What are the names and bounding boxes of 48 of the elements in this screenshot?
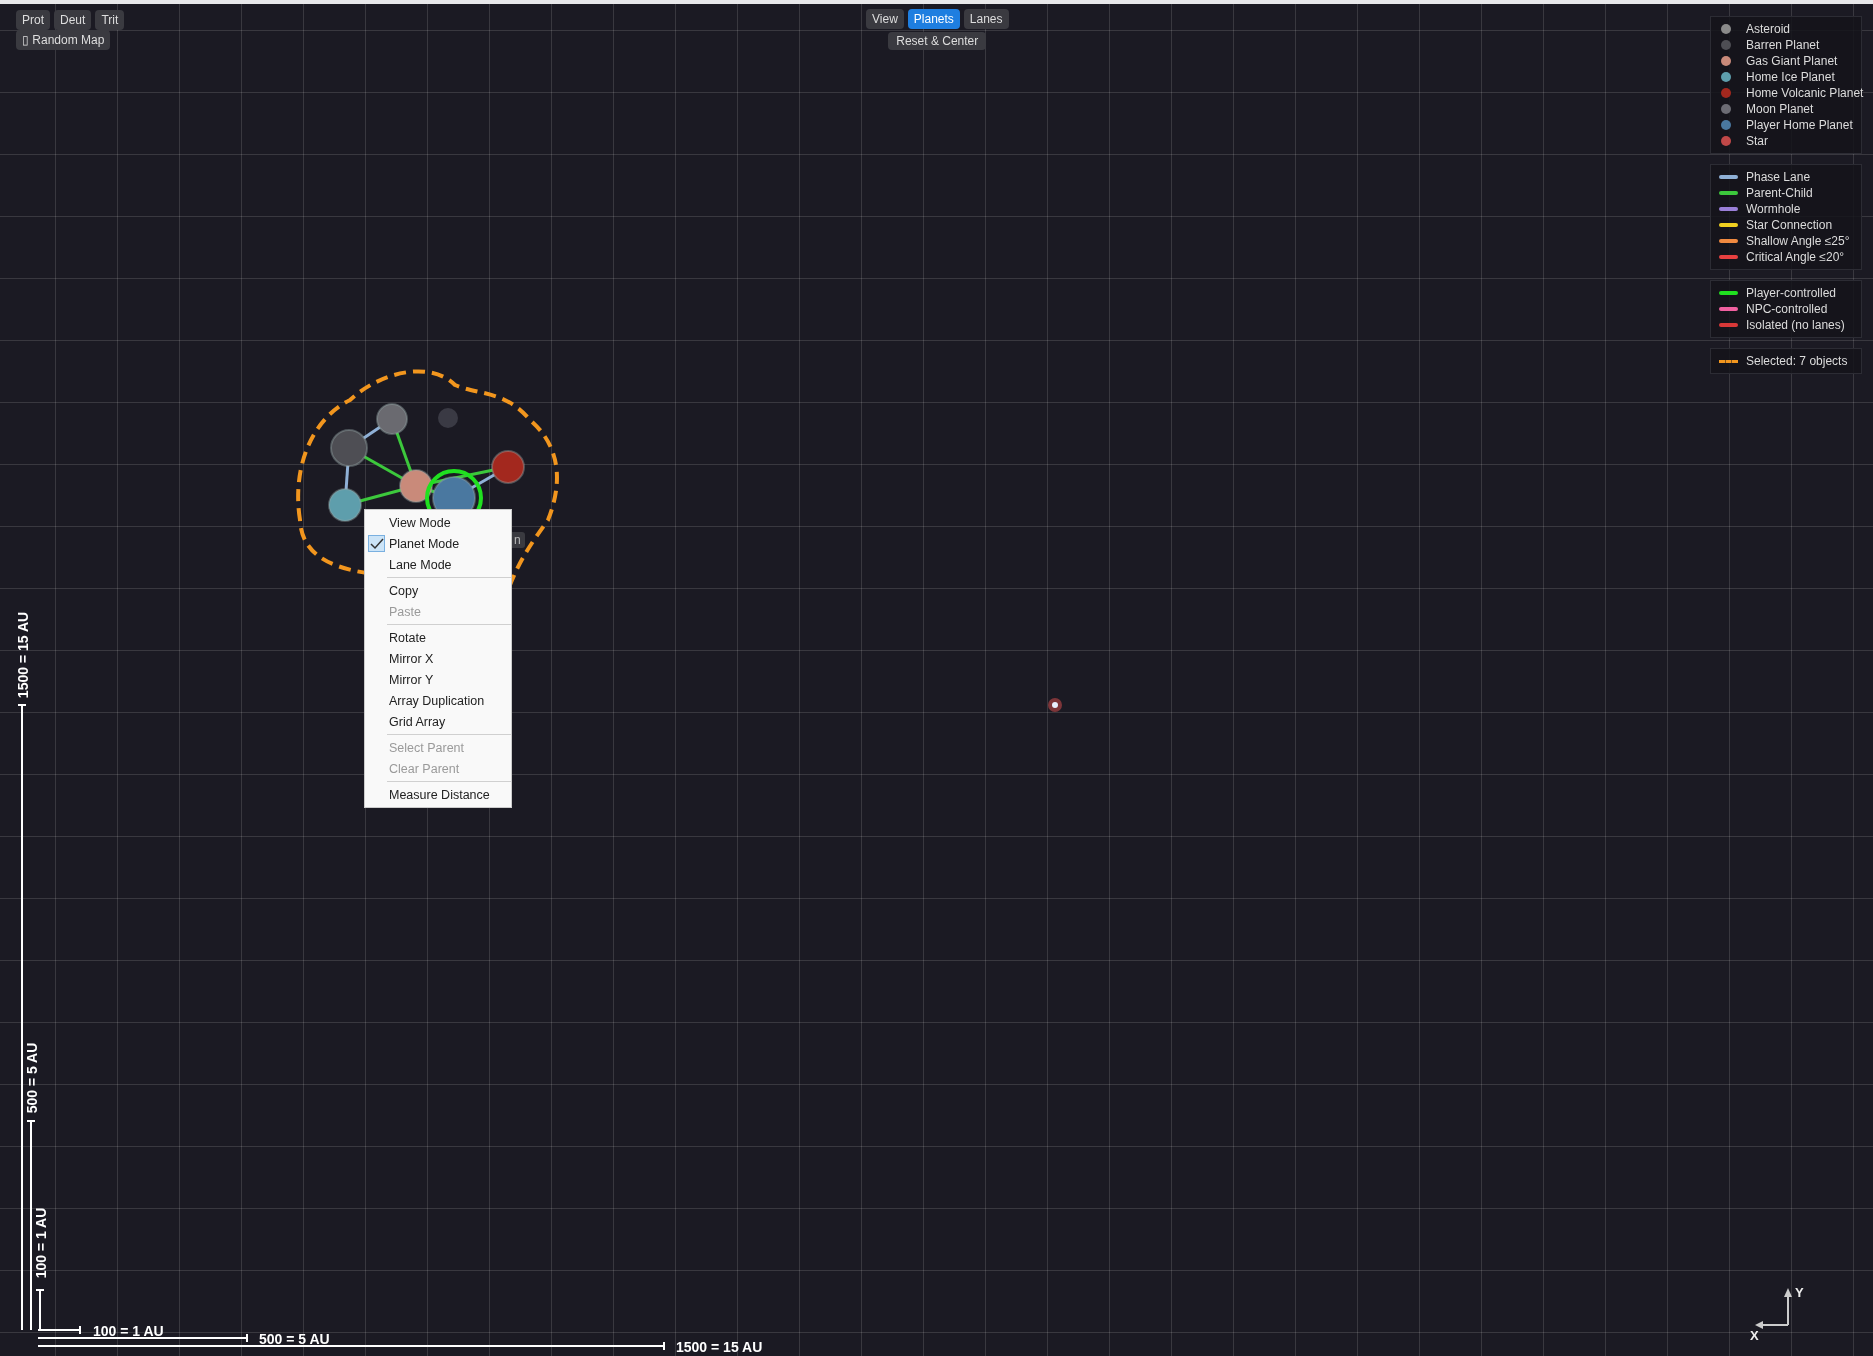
planet[interactable] — [328, 488, 362, 522]
scale-label: 500 = 5 AU — [24, 1042, 40, 1114]
mode-tab[interactable]: View — [866, 9, 904, 29]
menu-item[interactable]: View Mode — [365, 512, 511, 533]
planet[interactable] — [399, 469, 433, 503]
resource-button[interactable]: Deut — [54, 10, 92, 30]
legend-label: Shallow Angle ≤25° — [1746, 234, 1850, 248]
faint-moon — [438, 408, 458, 428]
menu-item[interactable]: Mirror X — [365, 648, 511, 669]
resource-button[interactable]: Trit — [95, 10, 125, 30]
axis-label: Y — [1795, 1285, 1804, 1300]
legend-label: Barren Planet — [1746, 38, 1820, 52]
legend-label: Star — [1746, 134, 1768, 148]
scale-label: 500 = 5 AU — [259, 1331, 330, 1347]
reset-center-button[interactable]: Reset & Center — [888, 32, 987, 50]
legend-label: Asteroid — [1746, 22, 1791, 36]
legend-label: Player-controlled — [1746, 286, 1837, 300]
menu-item[interactable]: Measure Distance — [365, 784, 511, 805]
legend-label: Gas Giant Planet — [1746, 54, 1838, 68]
resource-button[interactable]: Prot — [16, 10, 50, 30]
legend-label: NPC-controlled — [1746, 302, 1828, 316]
axis-arrows — [1755, 1288, 1792, 1329]
menu-item[interactable]: Grid Array — [365, 711, 511, 732]
scale-label: 100 = 1 AU — [93, 1323, 164, 1339]
menu-item[interactable]: Lane Mode — [365, 554, 511, 575]
legend-label: Home Ice Planet — [1746, 70, 1835, 84]
menu-item[interactable]: Mirror Y — [365, 669, 511, 690]
menu-item[interactable]: Rotate — [365, 627, 511, 648]
scale-label: 1500 = 15 AU — [676, 1339, 763, 1355]
legend-label: Parent-Child — [1746, 186, 1813, 200]
mode-tab[interactable]: Lanes — [963, 9, 1009, 29]
axis-label: X — [1750, 1328, 1759, 1343]
menu-item[interactable]: Copy — [365, 580, 511, 601]
dashed-line-icon — [1719, 359, 1738, 363]
legend-label: Selected: 7 objects — [1746, 354, 1848, 368]
legend-label: Phase Lane — [1746, 170, 1811, 184]
random-map-button[interactable]: ▯ Random Map — [16, 30, 111, 50]
scale-label: 1500 = 15 AU — [15, 611, 31, 699]
legend-label: Isolated (no lanes) — [1746, 318, 1845, 332]
legend-label: Player Home Planet — [1746, 118, 1853, 132]
legend-label: Critical Angle ≤20° — [1746, 250, 1845, 264]
menu-item[interactable]: Array Duplication — [365, 690, 511, 711]
legend-label: Home Volcanic Planet — [1746, 86, 1864, 100]
legend-label: Moon Planet — [1746, 102, 1814, 116]
legend-label: Wormhole — [1746, 202, 1801, 216]
mode-tab[interactable]: Planets — [907, 9, 960, 29]
legend-label: Star Connection — [1746, 218, 1833, 232]
scale-label: 100 = 1 AU — [33, 1207, 49, 1279]
